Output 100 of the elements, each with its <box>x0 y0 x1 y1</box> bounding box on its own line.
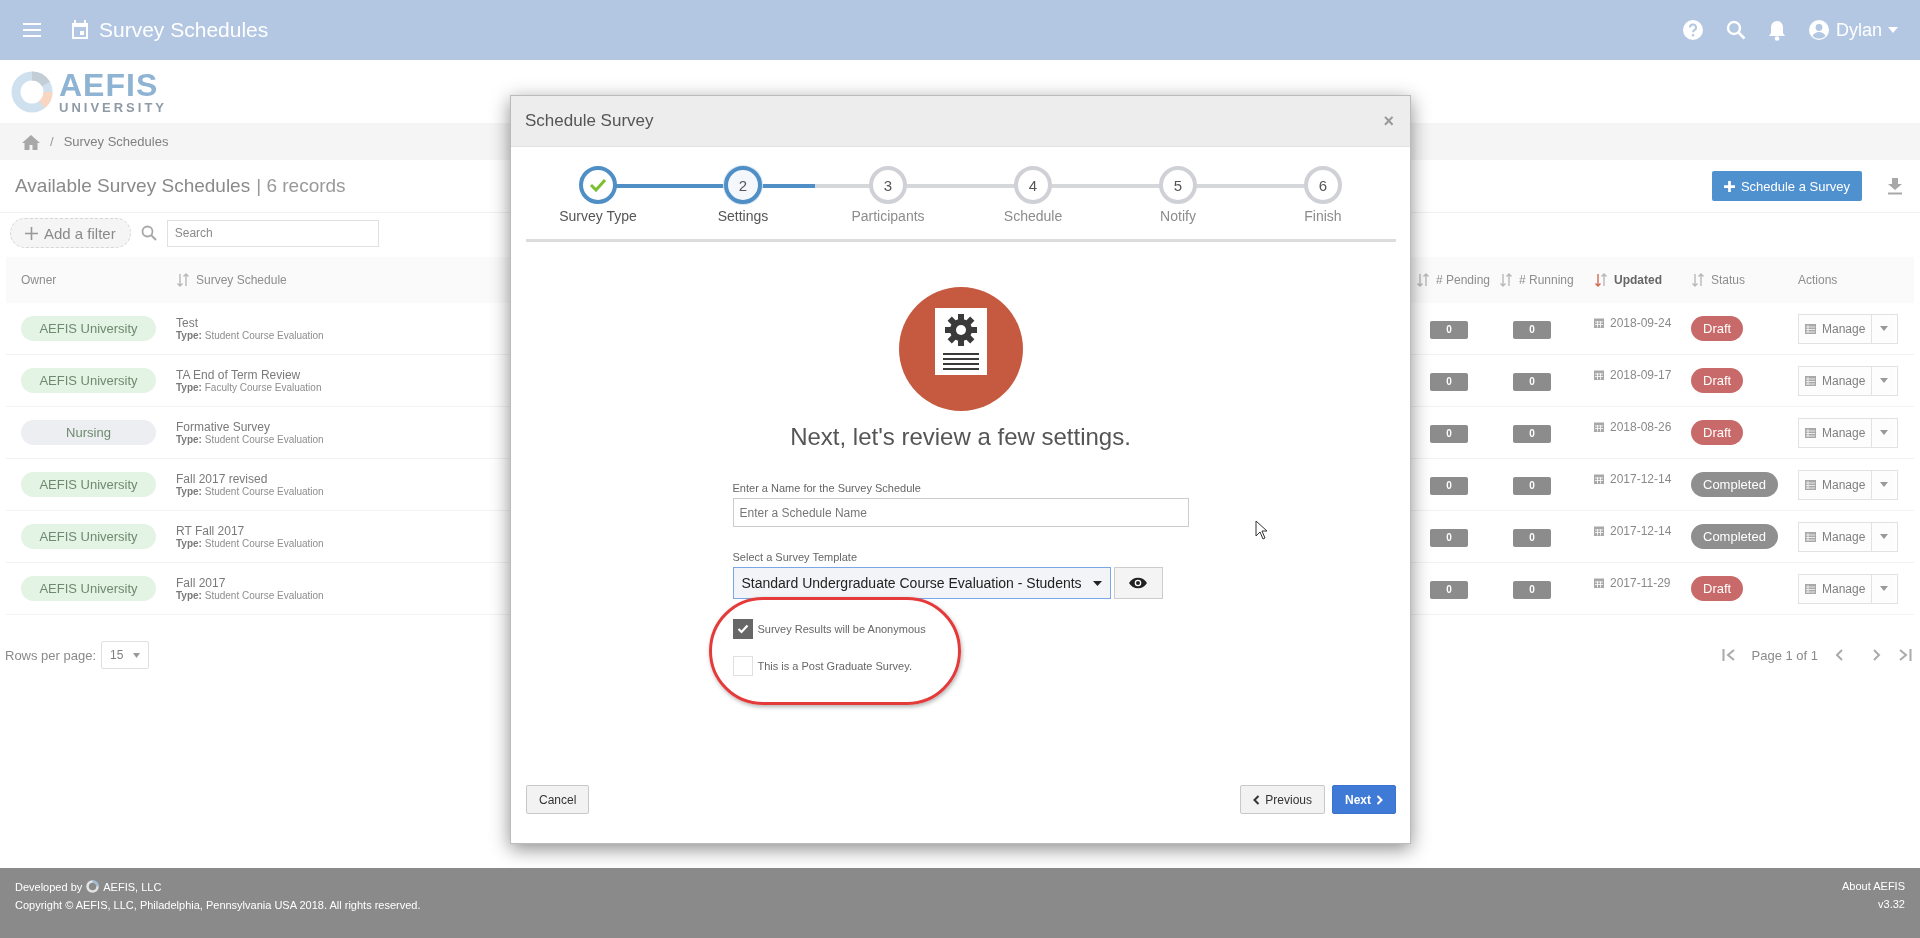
column-header: Owner <box>21 273 57 287</box>
user-avatar-icon[interactable] <box>1807 19 1830 41</box>
previous-button[interactable]: Previous <box>1240 785 1325 814</box>
schedule-name[interactable]: RT Fall 2017 <box>176 524 245 538</box>
calendar-icon <box>1594 525 1604 536</box>
next-page-icon[interactable] <box>1872 648 1882 662</box>
mouse-pointer-icon <box>1255 520 1268 540</box>
help-icon[interactable] <box>1681 19 1704 41</box>
table-icon <box>1805 583 1816 594</box>
table-icon <box>1805 323 1816 334</box>
record-count: | 6 records <box>256 175 346 197</box>
schedule-survey-button[interactable]: Schedule a Survey <box>1711 171 1862 201</box>
copyright-text: Copyright © AEFIS, LLC, Philadelphia, Pennsylvania USA 2018. All rights reserved. <box>15 899 421 911</box>
owner-tag: Nursing <box>21 420 156 445</box>
survey-template-select[interactable]: Standard Undergraduate Course Evaluation - Students <box>732 567 1111 599</box>
ring-logo-icon <box>11 70 53 113</box>
pending-count: 0 <box>1430 476 1468 495</box>
company-link[interactable]: AEFIS, LLC <box>103 880 162 893</box>
table-icon <box>1805 531 1816 542</box>
pending-count: 0 <box>1430 580 1468 599</box>
table-icon <box>1805 479 1816 490</box>
step-label: Finish <box>1304 208 1342 224</box>
checkbox[interactable] <box>732 619 753 639</box>
updated-date: 2017-12-14 <box>1610 471 1672 486</box>
pending-count: 0 <box>1430 424 1468 443</box>
schedule-name[interactable]: Formative Survey <box>176 420 271 434</box>
caret-icon <box>1879 482 1888 487</box>
rows-per-page-select[interactable]: 15 <box>101 641 150 669</box>
schedule-name-field[interactable]: Enter a Schedule Name <box>732 498 1189 527</box>
next-button[interactable]: Next <box>1332 785 1396 814</box>
rows-per-page-label: Rows per page: <box>5 647 97 663</box>
running-count: 0 <box>1513 528 1551 547</box>
owner-tag: AEFIS University <box>21 316 156 341</box>
sort-icon[interactable] <box>1691 272 1705 288</box>
bell-icon[interactable] <box>1767 19 1786 41</box>
owner-tag: AEFIS University <box>21 524 156 549</box>
column-header[interactable]: # Pending <box>1436 273 1491 287</box>
schedule-type: Type: Faculty Course Evaluation <box>176 382 322 393</box>
column-header[interactable]: Status <box>1711 273 1746 287</box>
status-tag: Draft <box>1691 316 1744 341</box>
running-count: 0 <box>1513 476 1551 495</box>
first-page-icon[interactable] <box>1721 648 1736 662</box>
dialog-title: Schedule Survey <box>525 111 655 131</box>
step-number: 6 <box>1318 176 1328 194</box>
schedule-name[interactable]: Fall 2017 <box>176 576 226 590</box>
cancel-button[interactable]: Cancel <box>526 785 590 814</box>
page-title: Survey Schedules <box>99 18 269 42</box>
sort-icon[interactable] <box>1416 272 1430 288</box>
logo-wordmark: AEFIS <box>59 69 160 101</box>
search-icon[interactable] <box>1725 20 1746 40</box>
chevron-right-icon <box>1376 794 1383 805</box>
download-icon[interactable] <box>1888 177 1902 195</box>
caret-icon <box>1092 580 1102 586</box>
developed-by-label: Developed by <box>15 880 83 893</box>
home-icon[interactable] <box>22 133 40 150</box>
ring-logo-icon <box>86 880 100 893</box>
schedule-name[interactable]: Fall 2017 revised <box>176 472 268 486</box>
updated-date: 2018-09-17 <box>1610 367 1672 382</box>
calendar-icon <box>70 19 90 41</box>
caret-icon[interactable] <box>1888 27 1898 33</box>
column-header[interactable]: Updated <box>1614 273 1662 287</box>
schedule-type: Type: Student Course Evaluation <box>176 330 324 341</box>
last-page-icon[interactable] <box>1898 648 1912 662</box>
schedule-type: Type: Student Course Evaluation <box>176 590 324 601</box>
status-tag: Draft <box>1691 368 1744 393</box>
checkbox-label[interactable]: This is a Post Graduate Survey. <box>757 660 912 672</box>
menu-icon[interactable] <box>22 22 42 38</box>
schedule-type: Type: Student Course Evaluation <box>176 486 324 497</box>
sort-icon[interactable] <box>176 272 190 288</box>
running-count: 0 <box>1513 580 1551 599</box>
sort-icon[interactable] <box>1499 272 1513 288</box>
close-button[interactable]: × <box>1383 110 1394 132</box>
calendar-icon <box>1594 369 1604 380</box>
owner-tag: AEFIS University <box>21 576 156 601</box>
updated-date: 2017-11-29 <box>1610 575 1671 590</box>
field-label: Enter a Name for the Survey Schedule <box>732 482 922 494</box>
sort-icon[interactable] <box>1594 272 1608 288</box>
add-filter-button[interactable]: Add a filter <box>10 218 131 248</box>
schedule-name[interactable]: TA End of Term Review <box>176 368 301 382</box>
column-header[interactable]: # Running <box>1519 273 1574 287</box>
breadcrumb-separator: / <box>50 134 54 149</box>
step-number: 5 <box>1173 176 1183 194</box>
table-icon <box>1805 427 1816 438</box>
schedule-name[interactable]: Test <box>176 316 198 330</box>
pending-count: 0 <box>1430 372 1468 391</box>
plus-icon <box>25 226 38 240</box>
checkbox-label[interactable]: Survey Results will be Anonymous <box>757 623 926 635</box>
calendar-icon <box>1594 421 1604 432</box>
check-icon <box>589 178 607 192</box>
search-field[interactable]: Search <box>166 219 379 247</box>
caret-icon <box>1879 430 1888 435</box>
about-link[interactable]: About AEFIS <box>1842 880 1905 892</box>
updated-date: 2017-12-14 <box>1610 523 1672 538</box>
schedule-type: Type: Student Course Evaluation <box>176 434 324 445</box>
column-header[interactable]: Survey Schedule <box>196 273 287 287</box>
caret-icon <box>1879 326 1888 331</box>
previous-page-icon[interactable] <box>1834 648 1844 662</box>
page-indicator: Page 1 of 1 <box>1751 647 1818 663</box>
preview-button[interactable] <box>1113 567 1163 599</box>
owner-tag: AEFIS University <box>21 472 156 497</box>
